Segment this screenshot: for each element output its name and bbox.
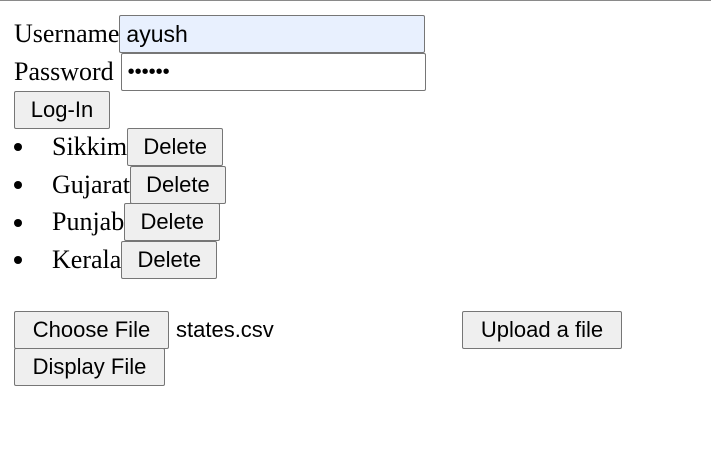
state-name: Punjab (52, 207, 125, 236)
delete-button[interactable]: Delete (124, 203, 221, 241)
delete-button[interactable]: Delete (129, 166, 226, 204)
file-upload-row: Choose File states.csv (14, 311, 274, 349)
login-button[interactable]: Log-In (14, 91, 110, 129)
password-field[interactable] (120, 53, 426, 91)
display-file-row: Display File (14, 348, 165, 386)
list-bullet (14, 143, 22, 151)
username-label: Username (14, 19, 120, 48)
list-item: Punjab Delete (52, 203, 221, 241)
delete-button[interactable]: Delete (121, 241, 218, 279)
list-bullet (14, 256, 22, 264)
list-item: Gujarat Delete (52, 166, 226, 204)
choose-file-button[interactable]: Choose File (14, 311, 169, 349)
delete-button[interactable]: Delete (127, 128, 224, 166)
username-row: Username (14, 15, 426, 53)
state-name: Sikkim (52, 132, 128, 161)
list-bullet (14, 219, 22, 227)
username-field[interactable] (119, 15, 426, 53)
password-label: Password (14, 57, 114, 86)
state-name: Gujarat (52, 170, 130, 199)
list-item: Kerala Delete (52, 241, 218, 279)
list-bullet (14, 181, 22, 189)
upload-file-button[interactable]: Upload a file (462, 311, 622, 349)
password-row: Password (14, 53, 426, 91)
login-row: Log-In (14, 91, 110, 129)
display-file-button[interactable]: Display File (14, 348, 165, 386)
state-name: Kerala (52, 245, 122, 274)
list-item: Sikkim Delete (52, 128, 224, 166)
selected-file-name: states.csv (176, 317, 274, 342)
top-divider (0, 0, 711, 1)
